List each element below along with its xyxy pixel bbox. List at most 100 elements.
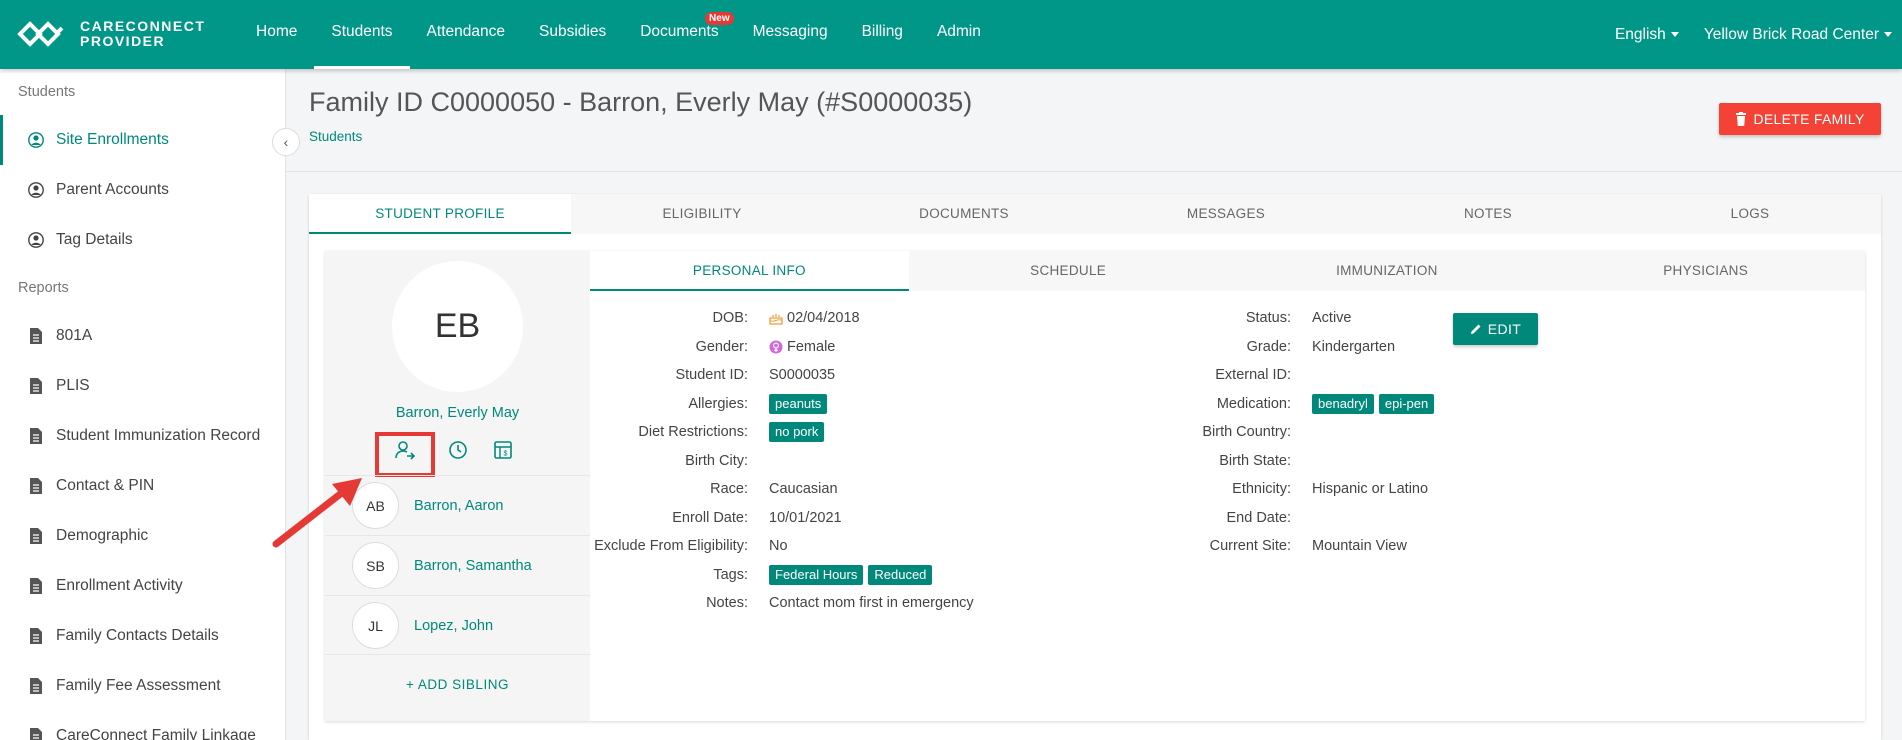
sidebar-item-label: 801A <box>56 327 93 344</box>
tab-student-profile[interactable]: STUDENT PROFILE <box>309 194 571 234</box>
field-label: Current Site: <box>325 535 1291 557</box>
student-subtabs: PERSONAL INFO SCHEDULE IMMUNIZATION PHYS… <box>590 251 1865 291</box>
sidebar-item[interactable]: Family Fee Assessment <box>0 661 285 711</box>
subtab-physicians[interactable]: PHYSICIANS <box>1546 251 1865 291</box>
subtab-personal-info[interactable]: PERSONAL INFO <box>590 251 909 291</box>
sidebar-item[interactable]: Student Immunization Record <box>0 411 285 461</box>
chevron-down-icon <box>1884 31 1892 37</box>
field-value-text: Hispanic or Latino <box>1312 481 1429 497</box>
header-divider <box>286 171 1902 172</box>
nav-students[interactable]: Students <box>314 0 410 69</box>
sidebar-item-label: Parent Accounts <box>56 181 169 198</box>
sidebar-item-label: Contact & PIN <box>56 477 155 494</box>
nav-attendance[interactable]: Attendance <box>410 0 522 69</box>
user-circle-icon <box>28 232 44 248</box>
field-value-content: benadryl epi-pen <box>1312 393 1439 414</box>
sidebar-section-students: Students <box>18 84 76 100</box>
field-label-text: Status: <box>1245 310 1291 326</box>
careconnect-logo-icon <box>17 21 64 47</box>
sidebar-item-label: Student Immunization Record <box>56 427 261 444</box>
nav-billing[interactable]: Billing <box>845 0 920 69</box>
field-label: Medication: <box>325 393 1291 415</box>
sidebar-item[interactable]: CareConnect Family Linkage <box>0 711 285 740</box>
field-value-text: Active <box>1312 310 1352 326</box>
document-icon <box>30 328 42 344</box>
edit-label: EDIT <box>1487 321 1522 337</box>
nav-home[interactable]: Home <box>239 0 314 69</box>
top-right-menus: English Yellow Brick Road Center <box>1590 0 1892 69</box>
sidebar-section-reports: Reports <box>18 280 69 296</box>
careconnect-logo[interactable]: CARECONNECT PROVIDER <box>16 18 205 50</box>
subtab-immunization[interactable]: IMMUNIZATION <box>1228 251 1547 291</box>
sidebar-item[interactable]: Enrollment Activity <box>0 561 285 611</box>
sidebar: Students Site Enrollments Parent Accounts… <box>0 69 286 740</box>
field-label: Birth Country: <box>325 421 1291 443</box>
language-dropdown[interactable]: English <box>1615 26 1679 44</box>
sidebar-item[interactable]: Site Enrollments <box>0 115 285 165</box>
sidebar-item-label: PLIS <box>56 377 90 394</box>
field-value-text: Kindergarten <box>1312 338 1396 355</box>
field-label: Tags: <box>325 564 748 586</box>
page-title: Family ID C0000050 - Barron, Everly May … <box>309 87 973 117</box>
document-icon <box>30 678 42 694</box>
sidebar-item-label: Family Contacts Details <box>56 627 219 644</box>
field-label-text: Grade: <box>1246 338 1291 355</box>
tab-notes[interactable]: NOTES <box>1357 194 1619 234</box>
family-card: STUDENT PROFILE ELIGIBILITY DOCUMENTS ME… <box>309 194 1881 740</box>
field-label-text: Medication: <box>1216 395 1291 412</box>
tag-chip: Federal Hours <box>769 564 864 585</box>
document-icon <box>30 478 42 494</box>
pencil-icon <box>1470 324 1481 334</box>
user-circle-icon <box>28 132 44 148</box>
sibling-name: Lopez, John <box>414 617 494 634</box>
document-icon <box>30 528 42 544</box>
student-profile-panel: EB Barron, Everly May $ AB Barron, Aaron… <box>325 251 1865 721</box>
edit-button[interactable]: EDIT <box>1453 313 1538 345</box>
breadcrumb[interactable]: Students <box>309 129 362 144</box>
tab-messages[interactable]: MESSAGES <box>1095 194 1357 234</box>
document-icon <box>30 578 42 594</box>
tag-chip: epi-pen <box>1378 393 1435 414</box>
field-label-text: Ethnicity: <box>1232 481 1291 497</box>
sidebar-item-label: Site Enrollments <box>56 131 169 148</box>
sidebar-item-label: CareConnect Family Linkage <box>56 727 256 740</box>
new-badge: New <box>705 12 734 25</box>
field-label-text: External ID: <box>1215 367 1291 383</box>
main-nav: Home Students Attendance Subsidies Docum… <box>239 0 998 69</box>
add-sibling-button[interactable]: + ADD SIBLING <box>325 654 590 714</box>
sidebar-item[interactable]: Family Contacts Details <box>0 611 285 661</box>
sidebar-item[interactable]: PLIS <box>0 361 285 411</box>
center-dropdown[interactable]: Yellow Brick Road Center <box>1704 26 1892 44</box>
tab-eligibility[interactable]: ELIGIBILITY <box>571 194 833 234</box>
field-value-content: Active <box>1312 310 1352 326</box>
annotation-arrow <box>272 478 362 548</box>
tab-documents[interactable]: DOCUMENTS <box>833 194 1095 234</box>
field-label: End Date: <box>325 507 1292 529</box>
language-label: English <box>1614 25 1666 43</box>
logo-text: CARECONNECT PROVIDER <box>80 19 205 49</box>
user-circle-icon <box>28 182 44 198</box>
sidebar-item[interactable]: Tag Details <box>0 215 285 265</box>
delete-family-button[interactable]: DELETE FAMILY <box>1719 103 1881 135</box>
tag-chip: Reduced <box>868 564 933 585</box>
collapse-sidebar-button[interactable]: ‹ <box>272 128 300 156</box>
center-label: Yellow Brick Road Center <box>1703 25 1879 43</box>
field-value-content: Mountain View <box>1312 538 1407 554</box>
field-label-text: Notes: <box>706 595 748 611</box>
nav-documents[interactable]: Documents New <box>623 0 735 69</box>
sidebar-item[interactable]: 801A <box>0 311 285 361</box>
subtab-schedule[interactable]: SCHEDULE <box>909 251 1228 291</box>
sidebar-item[interactable]: Contact & PIN <box>0 461 285 511</box>
nav-messaging[interactable]: Messaging <box>736 0 845 69</box>
field-label-text: Birth State: <box>1219 452 1291 469</box>
sidebar-item[interactable]: Parent Accounts <box>0 165 285 215</box>
logo-line-1: CARECONNECT <box>80 18 206 34</box>
sidebar-item[interactable]: Demographic <box>0 511 285 561</box>
field-label-text: Current Site: <box>1209 538 1291 554</box>
nav-admin[interactable]: Admin <box>920 0 998 69</box>
tab-logs[interactable]: LOGS <box>1619 194 1881 234</box>
field-label: External ID: <box>325 364 1291 386</box>
document-icon <box>30 378 42 394</box>
field-value-content: Kindergarten <box>1312 339 1395 355</box>
nav-subsidies[interactable]: Subsidies <box>522 0 623 69</box>
